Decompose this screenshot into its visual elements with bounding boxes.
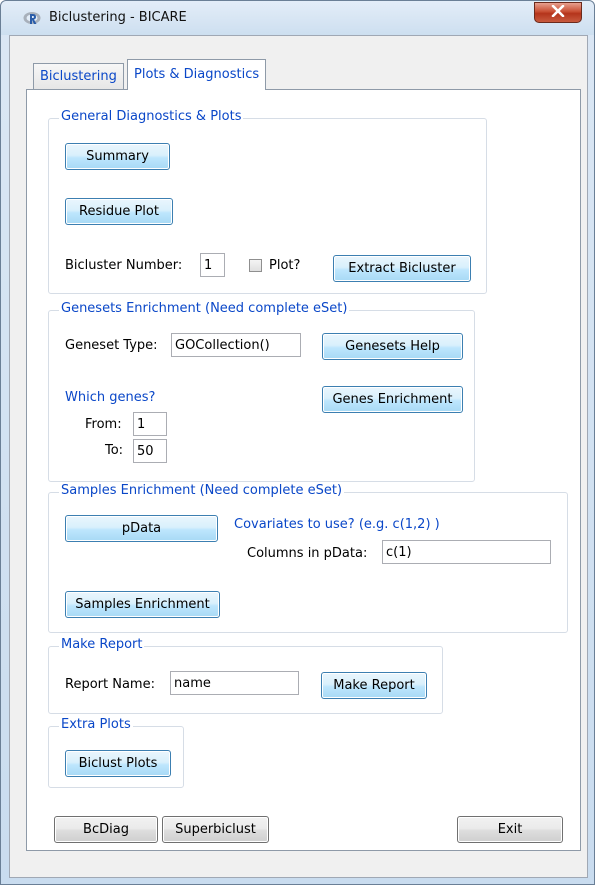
to-input[interactable] — [133, 439, 167, 463]
samples-legend: Samples Enrichment (Need complete eSet) — [59, 483, 345, 498]
residue-plot-button[interactable]: Residue Plot — [65, 198, 173, 225]
plot-label: Plot? — [269, 258, 301, 273]
bcdiag-button[interactable]: BcDiag — [54, 816, 158, 843]
superbiclust-button[interactable]: Superbiclust — [162, 816, 269, 843]
r-logo-icon — [23, 11, 41, 25]
close-button[interactable] — [534, 2, 582, 23]
tab-plots-diagnostics[interactable]: Plots & Diagnostics — [127, 59, 267, 90]
pdata-button[interactable]: pData — [65, 515, 218, 542]
genesets-help-button[interactable]: Genesets Help — [322, 333, 463, 360]
close-icon — [551, 4, 565, 21]
plot-checkbox[interactable] — [249, 259, 262, 272]
covariates-label: Covariates to use? (e.g. c(1,2) ) — [234, 517, 440, 532]
columns-pdata-input[interactable] — [382, 540, 551, 564]
to-label: To: — [105, 443, 124, 458]
make-report-button[interactable]: Make Report — [321, 672, 427, 699]
report-name-label: Report Name: — [65, 677, 155, 692]
geneset-type-label: Geneset Type: — [65, 338, 158, 353]
exit-button[interactable]: Exit — [457, 816, 563, 843]
extra-plots-legend: Extra Plots — [59, 717, 133, 732]
which-genes-label: Which genes? — [65, 390, 156, 405]
bicluster-number-label: Bicluster Number: — [65, 258, 183, 273]
general-legend: General Diagnostics & Plots — [59, 109, 244, 124]
title-bar[interactable]: Biclustering - BICARE — [1, 1, 594, 35]
genes-enrichment-button[interactable]: Genes Enrichment — [322, 386, 463, 413]
tab-biclustering[interactable]: Biclustering — [33, 63, 124, 91]
samples-enrichment-button[interactable]: Samples Enrichment — [65, 591, 220, 618]
report-legend: Make Report — [59, 637, 145, 652]
columns-pdata-label: Columns in pData: — [247, 546, 368, 561]
report-name-input[interactable] — [170, 671, 299, 695]
geneset-type-input[interactable] — [171, 333, 301, 357]
from-input[interactable] — [133, 412, 167, 436]
extract-bicluster-button[interactable]: Extract Bicluster — [333, 255, 471, 282]
app-window: Biclustering - BICARE Biclustering Plots… — [0, 0, 595, 885]
genesets-legend: Genesets Enrichment (Need complete eSet) — [59, 301, 350, 316]
bicluster-number-input[interactable] — [200, 253, 225, 277]
from-label: From: — [85, 417, 122, 432]
biclust-plots-button[interactable]: Biclust Plots — [65, 750, 171, 777]
summary-button[interactable]: Summary — [65, 143, 170, 170]
window-title: Biclustering - BICARE — [49, 10, 187, 25]
